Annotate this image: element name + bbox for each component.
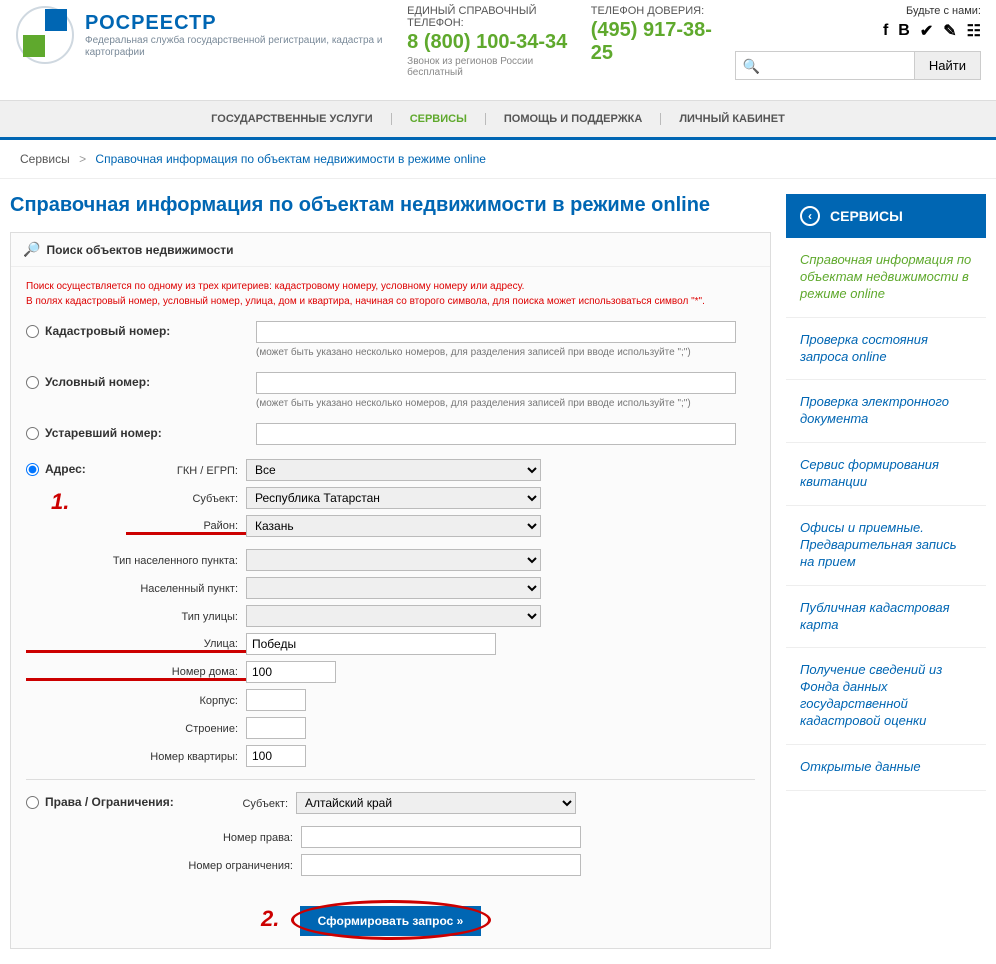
- label-apartment: Номер квартиры:: [26, 749, 246, 763]
- back-arrow-icon: ‹: [800, 206, 820, 226]
- label-house: Номер дома:: [26, 664, 246, 681]
- annotation-2: 2.: [261, 906, 279, 932]
- sidebar-item-5[interactable]: Публичная кадастровая карта: [786, 586, 986, 649]
- input-right-num[interactable]: [301, 826, 581, 848]
- label-street: Улица:: [26, 636, 246, 653]
- label-rights: Права / Ограничения:: [45, 795, 174, 809]
- breadcrumb-root[interactable]: Сервисы: [20, 152, 70, 166]
- select-settlement-type[interactable]: [246, 549, 541, 571]
- radio-obsolete[interactable]: [26, 427, 39, 440]
- panel-header-text: Поиск объектов недвижимости: [46, 243, 233, 257]
- select-gkn[interactable]: Все: [246, 459, 541, 481]
- nav-item-services[interactable]: СЕРВИСЫ: [392, 113, 486, 125]
- label-building: Корпус:: [26, 693, 246, 707]
- label-address: Адрес:: [45, 462, 86, 476]
- main-nav: ГОСУДАРСТВЕННЫЕ УСЛУГИ СЕРВИСЫ ПОМОЩЬ И …: [0, 100, 996, 140]
- select-street-type[interactable]: [246, 605, 541, 627]
- radio-cadastral[interactable]: [26, 325, 39, 338]
- input-apartment[interactable]: [246, 745, 306, 767]
- phone1-note: Звонок из регионов России бесплатный: [407, 56, 571, 78]
- submit-button[interactable]: Сформировать запрос »: [300, 906, 482, 936]
- rss-icon[interactable]: ☷: [967, 21, 981, 41]
- hint-line-1: Поиск осуществляется по одному из трех к…: [26, 279, 755, 294]
- input-conditional[interactable]: [256, 372, 736, 394]
- input-structure[interactable]: [246, 717, 306, 739]
- note-cadastral: (может быть указано несколько номеров, д…: [256, 347, 755, 358]
- breadcrumb-sep: >: [79, 152, 86, 166]
- page-title: Справочная информация по объектам недвиж…: [10, 194, 771, 217]
- label-restriction-num: Номер ограничения:: [26, 858, 301, 872]
- annotation-1: 1.: [51, 489, 69, 515]
- phone1-number: 8 (800) 100-34-34: [407, 31, 571, 54]
- logo-title: РОСРЕЕСТР: [85, 12, 387, 35]
- nav-item-help[interactable]: ПОМОЩЬ И ПОДДЕРЖКА: [486, 113, 661, 125]
- rosreestr-logo-icon: [15, 5, 75, 65]
- sidebar-item-2[interactable]: Проверка электронного документа: [786, 380, 986, 443]
- phone2-label: ТЕЛЕФОН ДОВЕРИЯ:: [591, 5, 715, 17]
- label-subject: Субъект:: [126, 491, 246, 505]
- logo-subtitle: Федеральная служба государственной регис…: [85, 35, 387, 59]
- search-form-panel: 🔎 Поиск объектов недвижимости Поиск осущ…: [10, 232, 771, 949]
- sidebar-item-0[interactable]: Справочная информация по объектам недвиж…: [786, 238, 986, 318]
- input-obsolete[interactable]: [256, 423, 736, 445]
- label-right-num: Номер права:: [26, 830, 301, 844]
- vkontakte-icon[interactable]: B: [898, 22, 910, 40]
- social-label: Будьте с нами:: [735, 5, 981, 17]
- label-street-type: Тип улицы:: [26, 609, 246, 623]
- note-conditional: (может быть указано несколько номеров, д…: [256, 398, 755, 409]
- phone2-number: (495) 917-38-25: [591, 19, 715, 65]
- label-obsolete: Устаревший номер:: [45, 426, 162, 440]
- radio-conditional[interactable]: [26, 376, 39, 389]
- label-conditional: Условный номер:: [45, 375, 150, 389]
- sidebar-item-3[interactable]: Сервис формирования квитанции: [786, 443, 986, 506]
- search-input[interactable]: [735, 51, 915, 80]
- twitter-icon[interactable]: ✔: [920, 21, 933, 41]
- select-district[interactable]: Казань: [246, 515, 541, 537]
- label-r-subject: Субъект:: [216, 796, 296, 810]
- input-cadastral[interactable]: [256, 321, 736, 343]
- nav-item-services-gov[interactable]: ГОСУДАРСТВЕННЫЕ УСЛУГИ: [193, 113, 392, 125]
- hint-line-2: В полях кадастровый номер, условный номе…: [26, 294, 755, 309]
- logo-block[interactable]: РОСРЕЕСТР Федеральная служба государстве…: [15, 5, 387, 65]
- input-building[interactable]: [246, 689, 306, 711]
- sidebar-item-6[interactable]: Получение сведений из Фонда данных госуд…: [786, 648, 986, 745]
- search-button[interactable]: Найти: [915, 51, 981, 80]
- breadcrumb-current[interactable]: Справочная информация по объектам недвиж…: [95, 152, 486, 166]
- sidebar-header[interactable]: ‹ СЕРВИСЫ: [786, 194, 986, 238]
- facebook-icon[interactable]: f: [883, 22, 888, 40]
- label-settlement: Населенный пункт:: [26, 581, 246, 595]
- label-structure: Строение:: [26, 721, 246, 735]
- select-subject[interactable]: Республика Татарстан: [246, 487, 541, 509]
- breadcrumb: Сервисы > Справочная информация по объек…: [0, 140, 996, 179]
- input-street[interactable]: [246, 633, 496, 655]
- folder-search-icon: 🔎: [23, 241, 40, 258]
- input-house[interactable]: [246, 661, 336, 683]
- radio-address[interactable]: [26, 463, 39, 476]
- sidebar-title: СЕРВИСЫ: [830, 208, 903, 224]
- phone1-label: ЕДИНЫЙ СПРАВОЧНЫЙ ТЕЛЕФОН:: [407, 5, 571, 29]
- nav-item-account[interactable]: ЛИЧНЫЙ КАБИНЕТ: [661, 113, 803, 125]
- select-settlement[interactable]: [246, 577, 541, 599]
- search-icon: 🔍: [743, 58, 760, 75]
- radio-rights[interactable]: [26, 796, 39, 809]
- sidebar: ‹ СЕРВИСЫ Справочная информация по объек…: [786, 194, 986, 949]
- label-district: Район:: [126, 518, 246, 535]
- sidebar-item-1[interactable]: Проверка состояния запроса online: [786, 318, 986, 381]
- label-gkn: ГКН / ЕГРП:: [126, 463, 246, 477]
- sidebar-item-4[interactable]: Офисы и приемные. Предварительная запись…: [786, 506, 986, 586]
- label-settlement-type: Тип населенного пункта:: [26, 553, 246, 567]
- sidebar-item-7[interactable]: Открытые данные: [786, 745, 986, 791]
- livejournal-icon[interactable]: ✎: [943, 21, 956, 41]
- label-cadastral: Кадастровый номер:: [45, 324, 170, 338]
- select-r-subject[interactable]: Алтайский край: [296, 792, 576, 814]
- input-restriction-num[interactable]: [301, 854, 581, 876]
